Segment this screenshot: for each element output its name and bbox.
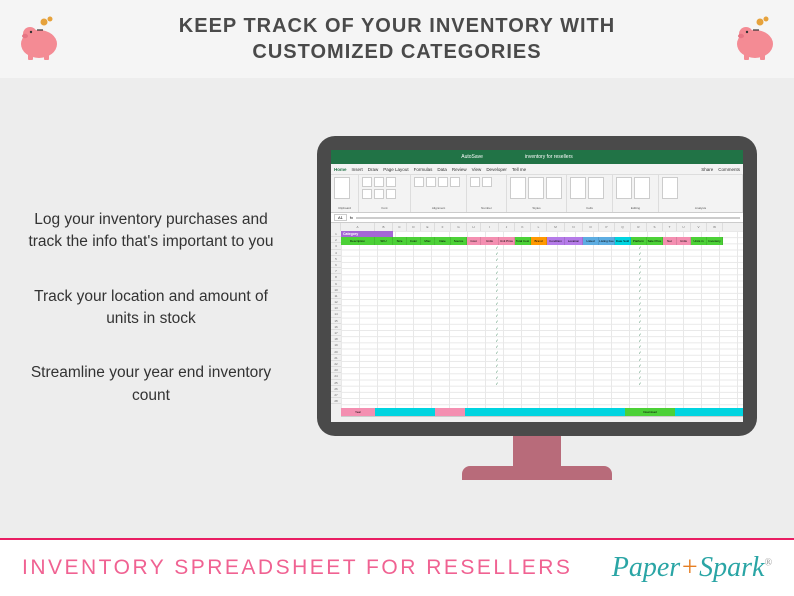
share-button[interactable]: Share: [701, 167, 713, 172]
menu-draw[interactable]: Draw: [368, 167, 379, 172]
checkmark-column-2: ✓✓✓✓✓✓✓✓✓✓✓✓✓✓✓✓✓✓✓✓✓✓✓: [636, 245, 644, 388]
formula-bar: A1 fx: [331, 213, 743, 223]
excel-ribbon: Clipboard Font Alignment Number Styles C…: [331, 175, 743, 213]
formula-input[interactable]: [356, 217, 740, 219]
page-title: KEEP TRACK OF YOUR INVENTORY WITH CUSTOM…: [179, 13, 615, 65]
menu-tellme[interactable]: Tell me: [512, 167, 526, 172]
column-headers: ABCDEFGHIJKLMNOPQRSTUVW: [331, 223, 743, 231]
column-header-row: Description SKU Size Color Misc Date Sou…: [341, 237, 743, 245]
menu-home[interactable]: Home: [334, 167, 347, 172]
spreadsheet-grid[interactable]: ABCDEFGHIJKLMNOPQRSTUVW 1234567891011121…: [331, 223, 743, 422]
menu-developer[interactable]: Developer: [486, 167, 507, 172]
excel-screenshot: AutoSave inventory for resellers Home In…: [331, 150, 743, 422]
menu-insert[interactable]: Insert: [352, 167, 363, 172]
menu-review[interactable]: Review: [452, 167, 467, 172]
copy-paragraph-2: Track your location and amount of units …: [20, 286, 282, 331]
piggy-bank-icon-right: [730, 14, 780, 64]
bottom-header-row: Year Download: [341, 408, 743, 416]
monitor-bezel: AutoSave inventory for resellers Home In…: [317, 136, 757, 436]
font-icon[interactable]: [362, 177, 372, 187]
excel-menubar: Home Insert Draw Page Layout Formulas Da…: [331, 164, 743, 175]
fx-label: fx: [350, 215, 353, 220]
copy-paragraph-3: Streamline your year end inventory count: [20, 362, 282, 407]
brand-logo: Paper+Spark®: [612, 552, 772, 584]
excel-titlebar: AutoSave inventory for resellers: [331, 150, 743, 164]
brand-plus: +: [680, 552, 699, 583]
autosave-label: AutoSave: [461, 154, 483, 160]
cells-area[interactable]: Category Description SKU Size Color Misc…: [341, 231, 743, 422]
status-bar: [341, 416, 743, 422]
title-line2: CUSTOMIZED CATEGORIES: [179, 39, 615, 65]
checkmark-column: ✓✓✓✓✓✓✓✓✓✓✓✓✓✓✓✓✓✓✓✓✓✓✓: [493, 245, 501, 388]
brand-spark: Spark: [699, 552, 764, 583]
comments-button[interactable]: Comments: [718, 167, 740, 172]
header-banner: KEEP TRACK OF YOUR INVENTORY WITH CUSTOM…: [0, 0, 794, 78]
monitor-illustration: AutoSave inventory for resellers Home In…: [300, 78, 774, 538]
menu-formulas[interactable]: Formulas: [414, 167, 433, 172]
conditional-format-icon[interactable]: [510, 177, 526, 199]
footer-title: INVENTORY SPREADSHEET FOR RESELLERS: [22, 556, 572, 580]
monitor-stand-neck: [513, 434, 561, 468]
piggy-bank-icon-left: [14, 14, 64, 64]
analyze-icon[interactable]: [662, 177, 678, 199]
row-numbers: 1234567891011121314151617181920212223242…: [331, 231, 341, 422]
footer: INVENTORY SPREADSHEET FOR RESELLERS Pape…: [0, 538, 794, 596]
menu-data[interactable]: Data: [437, 167, 447, 172]
registered-icon: ®: [764, 558, 772, 569]
excel-filename: inventory for resellers: [525, 154, 573, 160]
menu-pagelayout[interactable]: Page Layout: [383, 167, 408, 172]
title-line1: KEEP TRACK OF YOUR INVENTORY WITH: [179, 13, 615, 39]
copy-paragraph-1: Log your inventory purchases and track t…: [20, 209, 282, 254]
paste-icon[interactable]: [334, 177, 350, 199]
cell-reference[interactable]: A1: [334, 214, 347, 221]
monitor-stand-base: [462, 466, 612, 480]
main-section: Log your inventory purchases and track t…: [0, 78, 794, 538]
menu-view[interactable]: View: [472, 167, 482, 172]
marketing-copy: Log your inventory purchases and track t…: [20, 209, 300, 408]
brand-paper: Paper: [612, 552, 680, 583]
